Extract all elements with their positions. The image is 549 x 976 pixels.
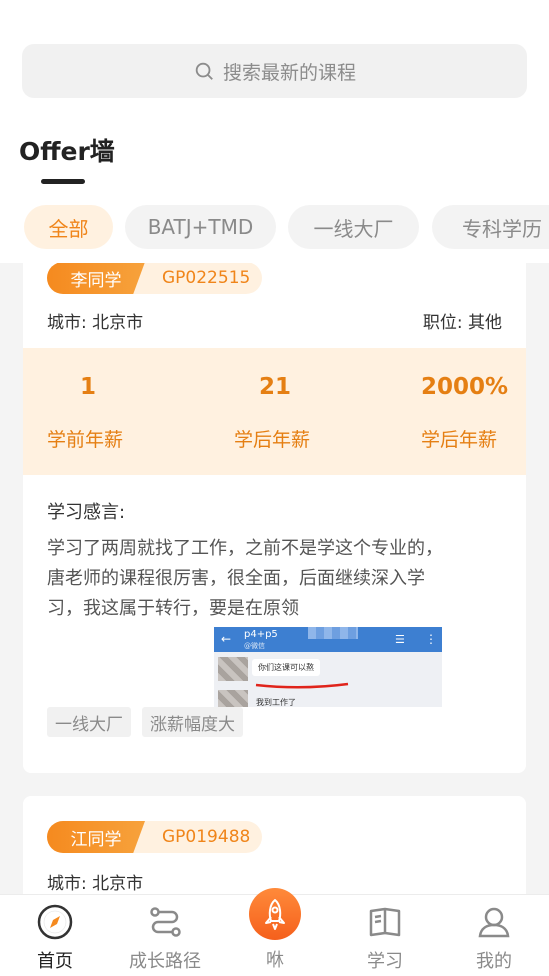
search-bar[interactable]: 搜索最新的课程 [22, 44, 527, 98]
blurred-avatar [218, 657, 248, 681]
student-code: GP019488 [162, 827, 251, 847]
filter-chip-college[interactable]: 专科学历 [432, 205, 549, 249]
tab-growth-path[interactable]: 成长路径 [110, 895, 220, 976]
testimonial-body: 学习了两周就找了工作，之前不是学这个专业的，唐老师的课程很厉害，很全面，后面继续… [47, 538, 443, 619]
rocket-button[interactable] [249, 888, 301, 940]
menu-icon: ☰ [395, 633, 405, 646]
book-icon [369, 907, 401, 937]
tag: 涨薪幅度大 [142, 707, 243, 737]
student-name: 江同学 [47, 821, 145, 853]
tab-learning[interactable]: 学习 [330, 895, 440, 976]
chat-message: 我到工作了 [256, 698, 296, 707]
user-icon [478, 907, 510, 938]
title-underline [41, 179, 85, 184]
tab-label: 咻 [266, 950, 284, 971]
offer-card[interactable]: 李同学 GP022515 城市: 北京市 职位: 其他 1 学前年薪 21 学后… [23, 263, 526, 773]
tab-mine[interactable]: 我的 [439, 895, 549, 976]
blurred-name [308, 627, 358, 639]
search-placeholder: 搜索最新的课程 [222, 61, 356, 84]
stat-value-increase: 2000% [421, 374, 509, 400]
chat-title: p4+p5 [244, 629, 278, 640]
red-underline [255, 682, 349, 689]
stat-value-after: 21 [259, 374, 292, 400]
filter-chip-first-tier[interactable]: 一线大厂 [288, 205, 419, 249]
blurred-avatar [218, 690, 248, 707]
chat-subtitle: @微信 [244, 642, 265, 650]
filter-chip-batj[interactable]: BATJ+TMD [125, 205, 276, 249]
student-badge: 江同学 GP019488 [47, 821, 262, 853]
tab-label: 我的 [476, 951, 512, 972]
offer-card[interactable]: 江同学 GP019488 城市: 北京市 [23, 796, 526, 894]
offer-list[interactable]: 李同学 GP022515 城市: 北京市 职位: 其他 1 学前年薪 21 学后… [0, 263, 549, 894]
path-icon [150, 907, 181, 937]
stat-label-before: 学前年薪 [47, 429, 124, 451]
more-icon: ⋮ [425, 632, 437, 646]
student-badge: 李同学 GP022515 [47, 263, 262, 294]
tag: 一线大厂 [47, 707, 131, 737]
tab-label: 成长路径 [129, 951, 201, 972]
student-code: GP022515 [162, 268, 251, 288]
tab-label: 首页 [37, 951, 73, 972]
page-title: Offer墙 [19, 137, 115, 166]
chat-header: ← p4+p5 @微信 ☰ ⋮ [214, 627, 442, 652]
filter-bar: 全部 BATJ+TMD 一线大厂 专科学历 [0, 205, 549, 251]
salary-stats: 1 学前年薪 21 学后年薪 2000% 学后年薪 [23, 348, 526, 475]
tab-home[interactable]: 首页 [0, 895, 110, 976]
compass-icon [37, 904, 73, 940]
testimonial-title: 学习感言: [47, 502, 126, 523]
chat-message: 你们这课可以熬 [252, 659, 320, 676]
back-arrow-icon: ← [221, 632, 232, 646]
rocket-icon [265, 899, 285, 930]
city-text: 城市: 北京市 [47, 874, 144, 894]
city-text: 城市: 北京市 [47, 313, 144, 333]
filter-chip-all[interactable]: 全部 [24, 205, 113, 249]
chat-screenshot[interactable]: ← p4+p5 @微信 ☰ ⋮ 你们这课可以熬 我到工作了 [214, 627, 442, 707]
search-icon [195, 62, 213, 80]
student-name: 李同学 [47, 263, 145, 294]
stat-value-before: 1 [80, 374, 97, 400]
tab-label: 学习 [367, 951, 403, 972]
stat-label-increase: 学后年薪 [421, 429, 498, 451]
stat-label-after: 学后年薪 [234, 429, 311, 451]
position-text: 职位: 其他 [422, 313, 502, 333]
